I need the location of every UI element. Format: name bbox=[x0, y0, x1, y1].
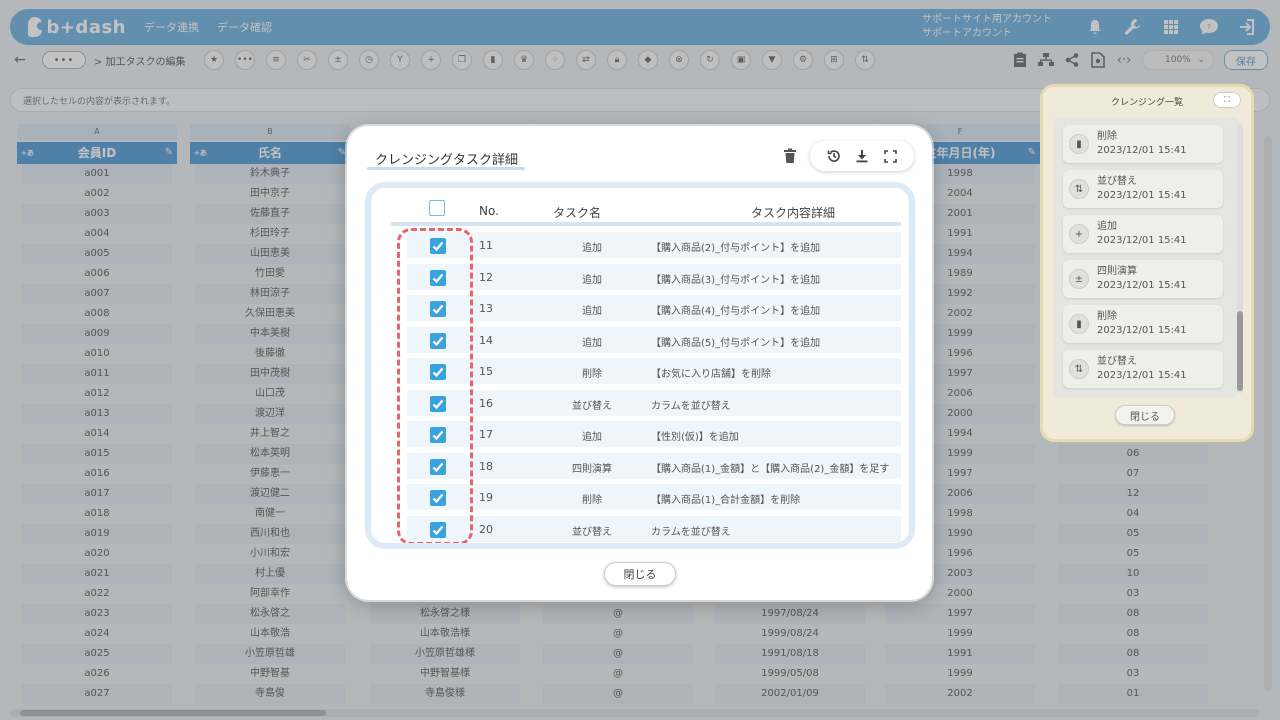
trash-icon: ▮ bbox=[1069, 314, 1089, 334]
item-label: 並び替え bbox=[1097, 356, 1137, 367]
item-text: 削除 2023/12/01 15:41 bbox=[1097, 310, 1187, 338]
cleansing-list: ▮ 削除 2023/12/01 15:41 ⇅ 並び替え 2023/12/01 15:41… bbox=[1053, 117, 1239, 397]
row-task-detail: 【購入商品(5)_付与ポイント】を追加 bbox=[651, 337, 821, 349]
modal-actions bbox=[810, 141, 914, 171]
item-timestamp: 2023/12/01 15:41 bbox=[1097, 325, 1187, 336]
row-task-detail: 【購入商品(3)_付与ポイント】を追加 bbox=[651, 274, 821, 286]
cleansing-list-item[interactable]: ± 四則演算 2023/12/01 15:41 bbox=[1063, 260, 1223, 298]
row-number: 19 bbox=[479, 491, 493, 504]
cleansing-list-item[interactable]: + 追加 2023/12/01 15:41 bbox=[1063, 215, 1223, 253]
title-underline bbox=[367, 167, 525, 170]
row-task-detail: 【購入商品(2)_付与ポイント】を追加 bbox=[651, 243, 821, 254]
task-table: No. タスク名 タスク内容詳細 11 追加 【購入商品(2)_付与ポイント】を追加… bbox=[365, 182, 915, 549]
row-task-detail: 【購入商品(1)_合計金額】を削除 bbox=[651, 495, 801, 506]
item-label: 削除 bbox=[1097, 311, 1117, 322]
fullscreen-icon[interactable] bbox=[883, 149, 897, 163]
item-label: 追加 bbox=[1097, 221, 1117, 232]
calc-icon: ± bbox=[1069, 269, 1089, 289]
panel-close-button[interactable]: 閉じる bbox=[1115, 405, 1175, 425]
table-row[interactable]: 20 並び替え カラムを並び替え bbox=[407, 515, 901, 543]
item-timestamp: 2023/12/01 15:41 bbox=[1097, 190, 1187, 201]
row-task-name: 追加 bbox=[582, 432, 602, 443]
modal-close-button[interactable]: 閉じる bbox=[604, 562, 676, 586]
modal-title: クレンジングタスク詳細 bbox=[375, 153, 519, 168]
sort-icon: ⇅ bbox=[1069, 179, 1089, 199]
header-task-detail: タスク内容詳細 bbox=[751, 206, 836, 220]
table-row[interactable]: 19 削除 【購入商品(1)_合計金額】を削除 bbox=[407, 484, 901, 512]
row-task-name: 並び替え bbox=[572, 526, 612, 538]
row-number: 13 bbox=[479, 302, 493, 315]
sort-icon: ⇅ bbox=[1069, 359, 1089, 379]
table-row[interactable]: 18 四則演算 【購入商品(1)_金額】と【購入商品(2)_金額】を足す bbox=[407, 452, 901, 481]
cleansing-list-panel: クレンジング一覧 ⛶ ▮ 削除 2023/12/01 15:41 ⇅ 並び替え 2023/… bbox=[1040, 84, 1254, 442]
header-no: No. bbox=[479, 204, 499, 218]
row-task-detail: 【購入商品(4)_付与ポイント】を追加 bbox=[651, 306, 821, 317]
table-header: No. タスク名 タスク内容詳細 bbox=[391, 196, 901, 226]
row-task-detail: カラムを並び替え bbox=[651, 400, 731, 412]
row-number: 20 bbox=[479, 522, 493, 536]
item-timestamp: 2023/12/01 15:41 bbox=[1097, 235, 1187, 246]
table-row[interactable]: 16 並び替え カラムを並び替え bbox=[407, 389, 901, 418]
row-task-name: 並び替え bbox=[572, 400, 612, 412]
row-task-detail: 【お気に入り店舗】を削除 bbox=[651, 369, 771, 380]
cleansing-list-item[interactable]: ⇅ 並び替え 2023/12/01 15:41 bbox=[1063, 170, 1223, 208]
select-all-checkbox[interactable] bbox=[429, 200, 445, 216]
trash-icon[interactable] bbox=[783, 148, 797, 164]
table-row[interactable]: 14 追加 【購入商品(5)_付与ポイント】を追加 bbox=[407, 326, 901, 355]
row-number: 14 bbox=[479, 333, 493, 347]
header-task-name: タスク名 bbox=[553, 206, 602, 220]
table-row[interactable]: 15 削除 【お気に入り店舗】を削除 bbox=[407, 358, 901, 386]
cleansing-list-item[interactable]: ▮ 削除 2023/12/01 15:41 bbox=[1063, 125, 1223, 163]
row-task-name: 追加 bbox=[582, 337, 602, 349]
row-task-name: 四則演算 bbox=[572, 463, 612, 475]
table-row[interactable]: 12 追加 【購入商品(3)_付与ポイント】を追加 bbox=[407, 263, 901, 292]
item-timestamp: 2023/12/01 15:41 bbox=[1097, 280, 1187, 291]
row-number: 11 bbox=[479, 239, 493, 252]
cleansing-task-detail-modal: クレンジングタスク詳細 No. タスク名 タスク内容詳細 11 追加 【購入商品(2… bbox=[347, 126, 932, 600]
item-timestamp: 2023/12/01 15:41 bbox=[1097, 370, 1187, 381]
trash-icon: ▮ bbox=[1069, 134, 1089, 154]
plus-icon: + bbox=[1069, 224, 1089, 244]
row-task-name: 削除 bbox=[582, 495, 602, 506]
expand-icon[interactable]: ⛶ bbox=[1213, 92, 1241, 108]
item-timestamp: 2023/12/01 15:41 bbox=[1097, 145, 1187, 156]
row-number: 12 bbox=[479, 270, 493, 284]
table-row[interactable]: 17 追加 【性別(仮)】を追加 bbox=[407, 421, 901, 449]
item-text: 追加 2023/12/01 15:41 bbox=[1097, 220, 1187, 248]
row-number: 16 bbox=[479, 396, 493, 410]
highlight-dashed-box bbox=[397, 228, 473, 543]
item-label: 並び替え bbox=[1097, 176, 1137, 187]
row-task-name: 追加 bbox=[582, 243, 602, 254]
row-task-name: 追加 bbox=[582, 274, 602, 286]
item-text: 四則演算 2023/12/01 15:41 bbox=[1097, 265, 1187, 293]
item-label: 四則演算 bbox=[1097, 266, 1137, 277]
row-task-detail: 【購入商品(1)_金額】と【購入商品(2)_金額】を足す bbox=[651, 463, 890, 475]
row-number: 15 bbox=[479, 365, 493, 378]
item-text: 削除 2023/12/01 15:41 bbox=[1097, 130, 1187, 158]
download-icon[interactable] bbox=[855, 149, 869, 163]
row-task-detail: カラムを並び替え bbox=[651, 526, 731, 538]
cleansing-list-item[interactable]: ▮ 削除 2023/12/01 15:41 bbox=[1063, 305, 1223, 343]
table-row[interactable]: 13 追加 【購入商品(4)_付与ポイント】を追加 bbox=[407, 295, 901, 323]
row-number: 18 bbox=[479, 459, 493, 473]
row-number: 17 bbox=[479, 428, 493, 441]
cleansing-list-item[interactable]: ⇅ 並び替え 2023/12/01 15:41 bbox=[1063, 350, 1223, 388]
history-icon[interactable] bbox=[827, 149, 841, 163]
item-text: 並び替え 2023/12/01 15:41 bbox=[1097, 355, 1187, 383]
row-task-name: 削除 bbox=[582, 369, 602, 380]
table-row[interactable]: 11 追加 【購入商品(2)_付与ポイント】を追加 bbox=[407, 232, 901, 260]
item-text: 並び替え 2023/12/01 15:41 bbox=[1097, 175, 1187, 203]
item-label: 削除 bbox=[1097, 131, 1117, 142]
row-task-name: 追加 bbox=[582, 306, 602, 317]
row-task-detail: 【性別(仮)】を追加 bbox=[651, 432, 739, 443]
panel-scrollbar[interactable] bbox=[1237, 123, 1243, 393]
